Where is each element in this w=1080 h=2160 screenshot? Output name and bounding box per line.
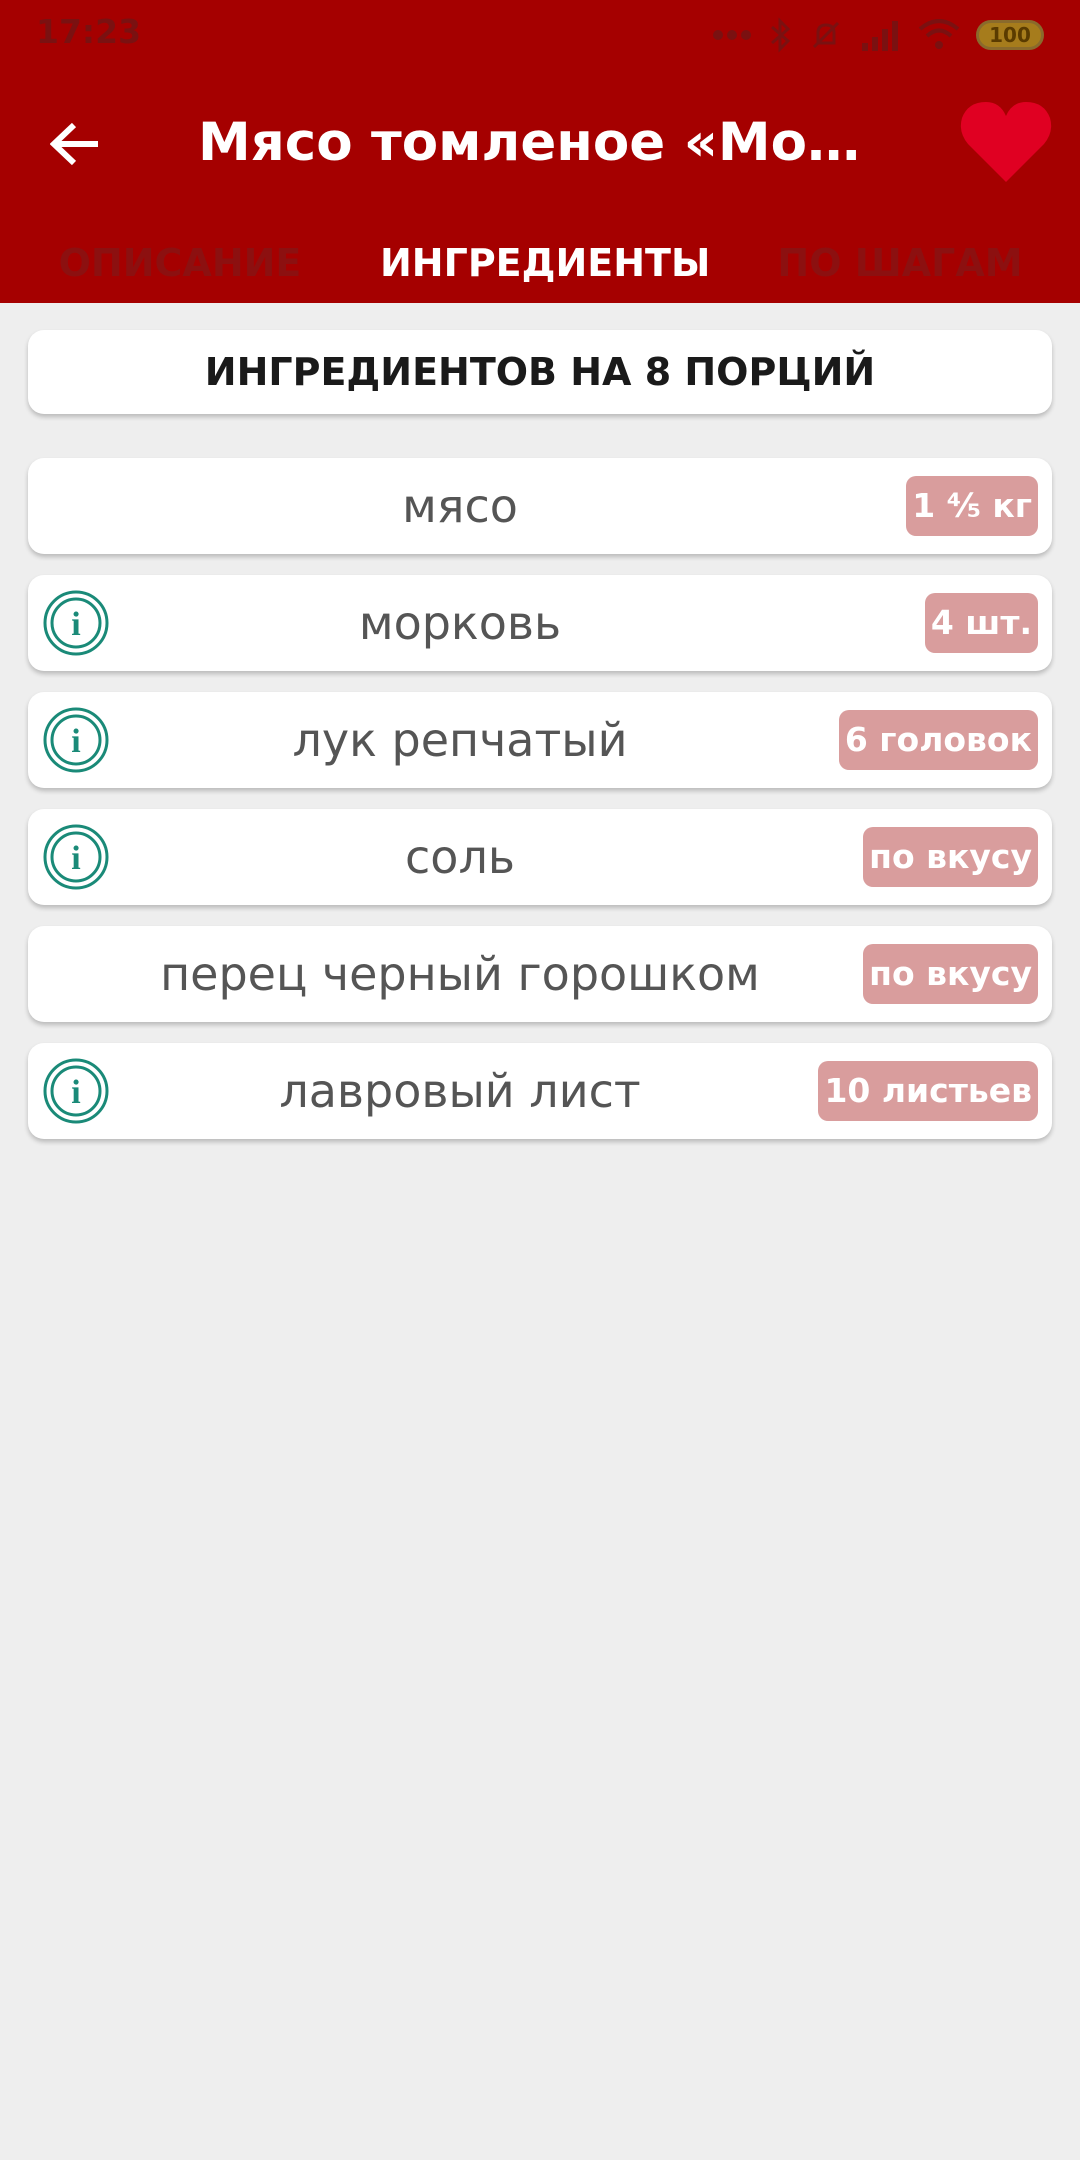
ingredient-row: i соль по вкусу bbox=[28, 809, 1052, 905]
ingredient-name: лук репчатый bbox=[292, 713, 628, 767]
ingredient-row: i лавровый лист 10 листьев bbox=[28, 1043, 1052, 1139]
ingredient-amount-badge: 1 ⅘ кг bbox=[906, 476, 1038, 536]
tab-steps[interactable]: ПО ШАГАМ bbox=[760, 232, 1040, 302]
battery-indicator: 100 bbox=[976, 20, 1044, 50]
ingredient-name: мясо bbox=[402, 479, 518, 533]
svg-text:i: i bbox=[71, 840, 80, 877]
svg-text:i: i bbox=[71, 723, 80, 760]
more-dots-icon bbox=[713, 30, 751, 40]
arrow-left-icon bbox=[50, 122, 98, 166]
status-time: 17:23 bbox=[36, 12, 142, 51]
recipe-title: Мясо томленое «Морозн… bbox=[198, 112, 898, 173]
info-icon[interactable]: i bbox=[42, 589, 110, 657]
ingredient-name: лавровый лист bbox=[279, 1064, 641, 1118]
signal-icon bbox=[862, 21, 898, 51]
info-icon[interactable]: i bbox=[42, 823, 110, 891]
ingredient-row: перец черный горошком по вкусу bbox=[28, 926, 1052, 1022]
heart-icon bbox=[960, 102, 1052, 182]
ingredient-name: соль bbox=[405, 830, 515, 884]
app-bar: 17:23 100 Мясо томленое «Моро ОПИСАНИЕ И… bbox=[0, 0, 1080, 303]
tab-bar: ОПИСАНИЕ ИНГРЕДИЕНТЫ ПО ШАГАМ bbox=[0, 232, 1080, 302]
bluetooth-icon bbox=[771, 17, 791, 53]
mute-bell-icon bbox=[812, 21, 840, 49]
status-bar: 17:23 100 bbox=[0, 0, 1080, 70]
wifi-icon bbox=[918, 19, 960, 49]
ingredient-name: перец черный горошком bbox=[160, 947, 760, 1001]
ingredient-row: i лук репчатый 6 головок bbox=[28, 692, 1052, 788]
ingredient-name: морковь bbox=[358, 596, 562, 650]
info-icon[interactable]: i bbox=[42, 706, 110, 774]
ingredient-amount-badge: 4 шт. bbox=[924, 593, 1038, 653]
svg-text:i: i bbox=[71, 1074, 80, 1111]
ingredient-row: i морковь 4 шт. bbox=[28, 575, 1052, 671]
ingredient-amount-badge: 6 головок bbox=[838, 710, 1038, 770]
portions-label: ИНГРЕДИЕНТОВ НА 8 ПОРЦИЙ bbox=[204, 350, 876, 394]
favorite-button[interactable] bbox=[958, 98, 1054, 188]
ingredient-row: мясо 1 ⅘ кг bbox=[28, 458, 1052, 554]
ingredient-amount-badge: по вкусу bbox=[863, 827, 1038, 887]
svg-text:i: i bbox=[71, 606, 80, 643]
portions-card[interactable]: ИНГРЕДИЕНТОВ НА 8 ПОРЦИЙ bbox=[28, 330, 1052, 414]
tab-description[interactable]: ОПИСАНИЕ bbox=[40, 232, 320, 302]
ingredient-amount-badge: 10 листьев bbox=[818, 1061, 1038, 1121]
info-icon[interactable]: i bbox=[42, 1057, 110, 1125]
tab-ingredients[interactable]: ИНГРЕДИЕНТЫ bbox=[380, 232, 710, 302]
ingredient-amount-badge: по вкусу bbox=[863, 944, 1038, 1004]
status-icons: 100 bbox=[712, 14, 1044, 56]
back-button[interactable] bbox=[40, 112, 112, 176]
